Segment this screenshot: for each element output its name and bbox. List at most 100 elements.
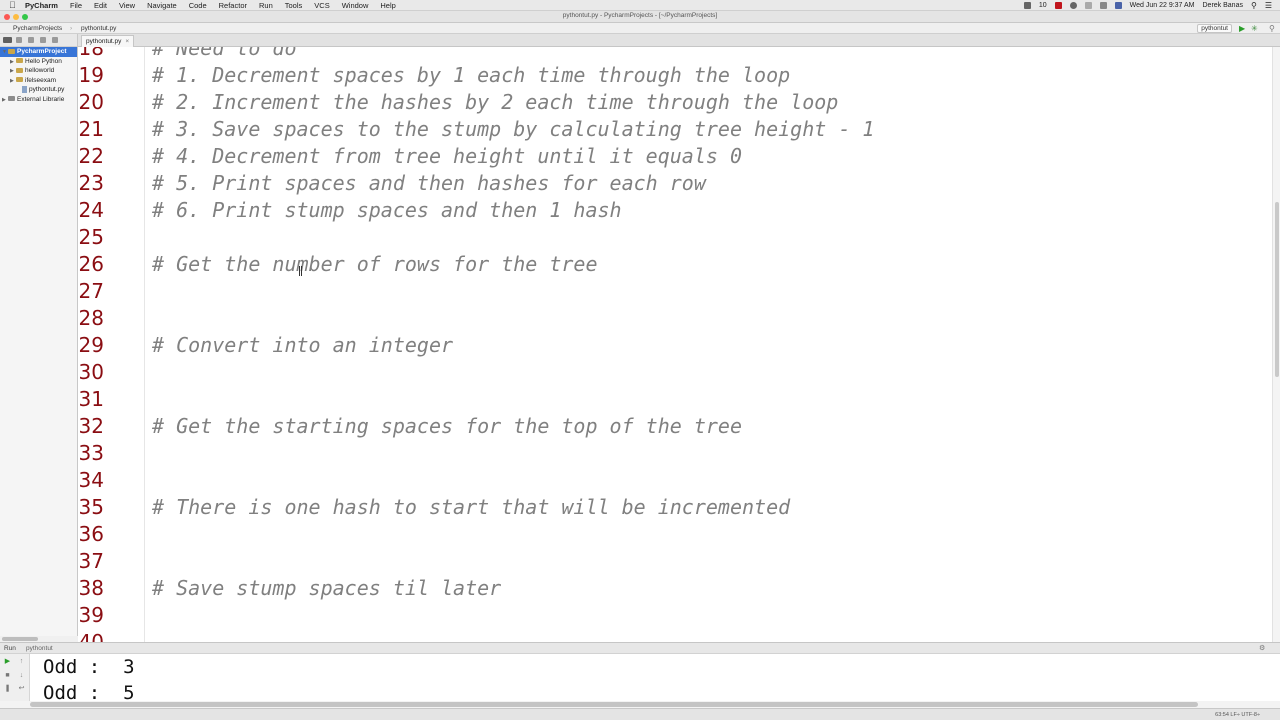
code-line: # Get the starting spaces for the top of… — [152, 414, 743, 438]
python-file-icon — [22, 85, 27, 93]
notification-center-icon[interactable]: ☰ — [1265, 1, 1272, 10]
code-line: # Save stump spaces til later — [152, 576, 502, 600]
menu-file[interactable]: File — [70, 1, 82, 10]
code-line: # 5. Print spaces and then hashes for ea… — [152, 171, 706, 195]
menu-tools[interactable]: Tools — [285, 1, 303, 10]
menu-navigate[interactable]: Navigate — [147, 1, 177, 10]
code-editor[interactable]: 18 # Need to do 19 # 1. Decrement spaces by… — [78, 47, 1272, 642]
volume-icon[interactable] — [1099, 2, 1107, 9]
line-number: 34 — [78, 468, 104, 492]
status-menu-area: 10 Wed Jun 22 9:37 AM Derek Banas ⚲ ☰ — [1023, 0, 1272, 11]
menu-view[interactable]: View — [119, 1, 135, 10]
code-line: # 2. Increment the hashes by 2 each time… — [152, 90, 839, 114]
settings-icon[interactable] — [40, 37, 46, 43]
apple-menu-icon[interactable]:  — [9, 0, 17, 10]
tab-label: pythontut.py — [86, 38, 122, 45]
spotlight-search-icon[interactable]: ⚲ — [1251, 1, 1257, 10]
tree-item-helloworld[interactable]: ▶ helloworld — [0, 66, 77, 76]
line-number: 31 — [78, 387, 104, 411]
tab-pythontut[interactable]: pythontut.py × — [81, 35, 135, 47]
code-line: # There is one hash to start that will b… — [152, 495, 791, 519]
line-number: 26 — [78, 252, 104, 276]
menu-run[interactable]: Run — [259, 1, 273, 10]
run-toolbar: ▶ ↑ ■ ↓ ❚ ↩ — [0, 654, 30, 708]
run-icon[interactable]: ▶ — [1239, 25, 1246, 33]
line-number: 29 — [78, 333, 104, 357]
tree-item-root[interactable]: ▼ PycharmProject — [0, 47, 77, 57]
search-everywhere-icon[interactable]: ⚲ — [1269, 25, 1276, 33]
tree-item-external-libraries[interactable]: ▶ External Librarie — [0, 95, 77, 105]
breadcrumb-separator-icon: › — [70, 25, 73, 32]
hide-icon[interactable] — [52, 37, 58, 43]
user-name[interactable]: Derek Banas — [1203, 2, 1243, 9]
menu-refactor[interactable]: Refactor — [219, 1, 247, 10]
breadcrumb-file[interactable]: pythontut.py — [81, 25, 116, 32]
tree-item-ifelseexam[interactable]: ▶ ifelseexam — [0, 76, 77, 86]
folder-icon — [8, 48, 15, 54]
scroll-thumb[interactable] — [1275, 202, 1279, 377]
code-line: # Need to do — [152, 47, 297, 60]
project-view-icon[interactable] — [3, 37, 12, 43]
scroll-thumb[interactable] — [30, 702, 1198, 707]
badge-count[interactable]: 10 — [1039, 2, 1047, 9]
line-number: 28 — [78, 306, 104, 330]
macos-menubar:  PyCharm File Edit View Navigate Code R… — [0, 0, 1280, 11]
close-tab-icon[interactable]: × — [125, 38, 129, 45]
line-number: 39 — [78, 603, 104, 627]
debug-icon[interactable]: ✳ — [1251, 25, 1258, 33]
sync-icon[interactable] — [28, 37, 34, 43]
editor-tab-bar: pythontut.py × — [78, 34, 1280, 47]
run-config-label: pythontut — [26, 645, 53, 652]
app-status-icon[interactable] — [1069, 2, 1077, 9]
flag-icon[interactable] — [1114, 2, 1122, 9]
line-number: 25 — [78, 225, 104, 249]
window-title: pythontut.py - PycharmProjects - [~/Pych… — [562, 12, 718, 19]
status-bar: 63:54 LF÷ UTF-8÷ — [0, 708, 1280, 720]
line-number: 22 — [78, 144, 104, 168]
scroll-thumb[interactable] — [2, 637, 38, 641]
tree-item-hello-python[interactable]: ▶ Hello Python — [0, 57, 77, 67]
scroll-down-icon[interactable]: ↓ — [18, 672, 25, 679]
project-tree: ▼ PycharmProject ▶ Hello Python ▶ helloworl… — [0, 47, 77, 104]
line-number: 40 — [78, 630, 104, 642]
stop-icon[interactable]: ■ — [4, 672, 11, 679]
line-number: 35 — [78, 495, 104, 519]
collapse-icon[interactable] — [16, 37, 22, 43]
wifi-icon[interactable] — [1084, 2, 1092, 9]
soft-wrap-icon[interactable]: ↩ — [18, 685, 25, 692]
record-icon[interactable] — [1054, 2, 1062, 9]
clock[interactable]: Wed Jun 22 9:37 AM — [1130, 2, 1195, 9]
menu-vcs[interactable]: VCS — [314, 1, 329, 10]
editor-vertical-scrollbar[interactable] — [1272, 47, 1280, 642]
menu-help[interactable]: Help — [380, 1, 395, 10]
code-line: # Get the number of rows for the tree — [152, 252, 598, 276]
output-line: Odd : 3 — [43, 656, 135, 678]
menu-window[interactable]: Window — [342, 1, 369, 10]
scroll-up-icon[interactable]: ↑ — [18, 658, 25, 665]
caret-position[interactable]: 63:54 LF÷ UTF-8÷ — [1215, 712, 1260, 718]
line-number: 20 — [78, 90, 104, 114]
run-panel-label: Run — [4, 645, 16, 652]
code-line: # 4. Decrement from tree height until it… — [152, 144, 743, 168]
notification-icon[interactable] — [1023, 2, 1031, 9]
folder-icon — [16, 58, 23, 64]
menu-app-name[interactable]: PyCharm — [25, 1, 58, 10]
run-panel-header: Run pythontut ⚙ — [0, 642, 1280, 654]
window-titlebar: pythontut.py - PycharmProjects - [~/Pych… — [0, 11, 1280, 23]
rerun-icon[interactable]: ▶ — [4, 658, 11, 665]
code-line: # Convert into an integer — [152, 333, 454, 357]
run-config-select[interactable]: pythontut — [1197, 24, 1232, 33]
tree-item-pythontut[interactable]: pythontut.py — [0, 85, 77, 95]
line-number: 36 — [78, 522, 104, 546]
pause-icon[interactable]: ❚ — [4, 685, 11, 692]
code-line: # 6. Print stump spaces and then 1 hash — [152, 198, 622, 222]
project-panel: ▼ PycharmProject ▶ Hello Python ▶ helloworl… — [0, 34, 78, 642]
gear-icon[interactable]: ⚙ — [1259, 645, 1266, 652]
menu-code[interactable]: Code — [189, 1, 207, 10]
run-horizontal-scrollbar[interactable] — [0, 701, 1280, 708]
line-number: 38 — [78, 576, 104, 600]
line-number: 19 — [78, 63, 104, 87]
line-number: 21 — [78, 117, 104, 141]
breadcrumb-project[interactable]: PycharmProjects — [13, 25, 62, 32]
menu-edit[interactable]: Edit — [94, 1, 107, 10]
